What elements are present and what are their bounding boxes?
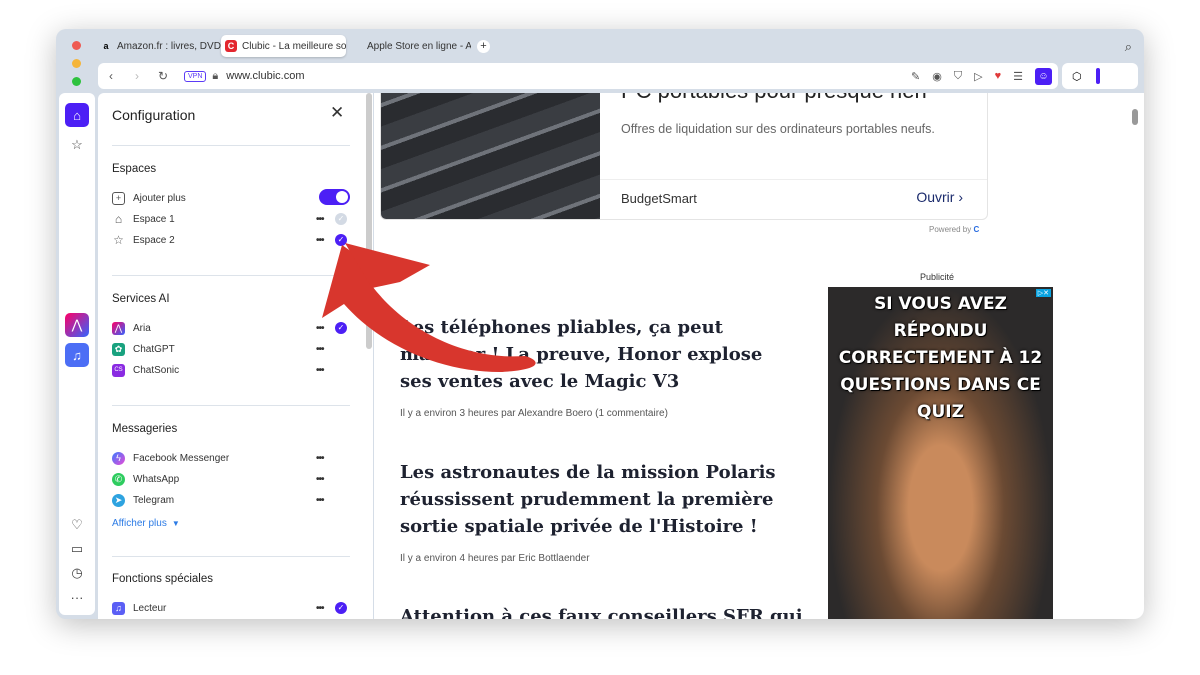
arrow-shape bbox=[322, 245, 536, 372]
annotation-arrow bbox=[322, 243, 536, 372]
